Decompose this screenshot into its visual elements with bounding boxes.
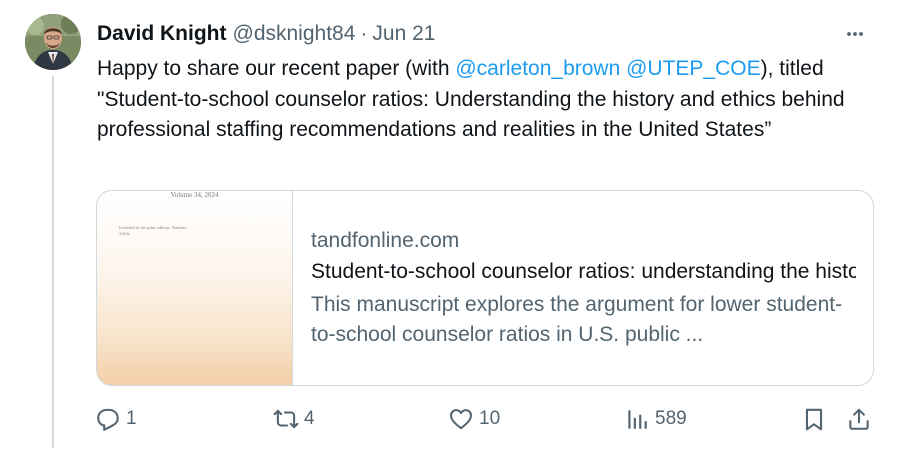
views-button[interactable]: 589	[624, 402, 687, 436]
like-button[interactable]: 10	[448, 402, 500, 436]
avatar-photo	[25, 14, 81, 70]
link-preview-card[interactable]: Volume 34, 2024 Included in the print ed…	[96, 190, 874, 386]
card-thumbnail: Volume 34, 2024 Included in the print ed…	[97, 191, 293, 385]
tweet-text-intro: Happy to share our recent paper (with	[97, 57, 456, 80]
repost-button[interactable]: 4	[273, 402, 315, 436]
mention-link[interactable]: @UTEP_COE	[626, 57, 761, 80]
thread-line	[52, 76, 54, 448]
card-title: Student-to-school counselor ratios: unde…	[311, 260, 856, 283]
author-display-name[interactable]: David Knight	[97, 22, 227, 46]
mention-link[interactable]: @carleton_brown	[455, 57, 620, 80]
view-count: 589	[655, 408, 687, 429]
avatar[interactable]	[25, 14, 81, 70]
action-bar: 1 4 10 589	[95, 402, 878, 436]
reply-count: 1	[126, 408, 137, 429]
share-icon	[849, 408, 869, 430]
thumbnail-volume-text: Volume 34, 2024	[170, 191, 219, 199]
tweet-header: David Knight @dsknight84 · Jun 21	[97, 19, 868, 49]
reply-button[interactable]: 1	[95, 402, 137, 436]
views-icon	[628, 410, 647, 429]
repost-count: 4	[304, 408, 315, 429]
header-separator: ·	[360, 22, 368, 45]
card-body: tandfonline.com Student-to-school counse…	[293, 191, 873, 385]
reply-icon	[97, 408, 119, 431]
more-icon	[847, 32, 863, 36]
tweet-date[interactable]: Jun 21	[372, 22, 435, 46]
card-domain: tandfonline.com	[311, 229, 460, 252]
bookmark-button[interactable]	[801, 402, 827, 436]
tweet-text: Happy to share our recent paper (with @c…	[97, 54, 887, 146]
repost-icon	[273, 409, 299, 429]
bookmark-icon	[805, 408, 823, 431]
share-button[interactable]	[846, 402, 872, 436]
more-options-button[interactable]	[840, 19, 870, 49]
like-count: 10	[479, 408, 501, 429]
heart-icon	[450, 409, 472, 430]
thumbnail-note-text: Included in the print edition: Number 3/…	[119, 225, 187, 236]
author-handle[interactable]: @dsknight84	[233, 22, 356, 46]
card-description: This manuscript explores the argument fo…	[311, 293, 843, 346]
